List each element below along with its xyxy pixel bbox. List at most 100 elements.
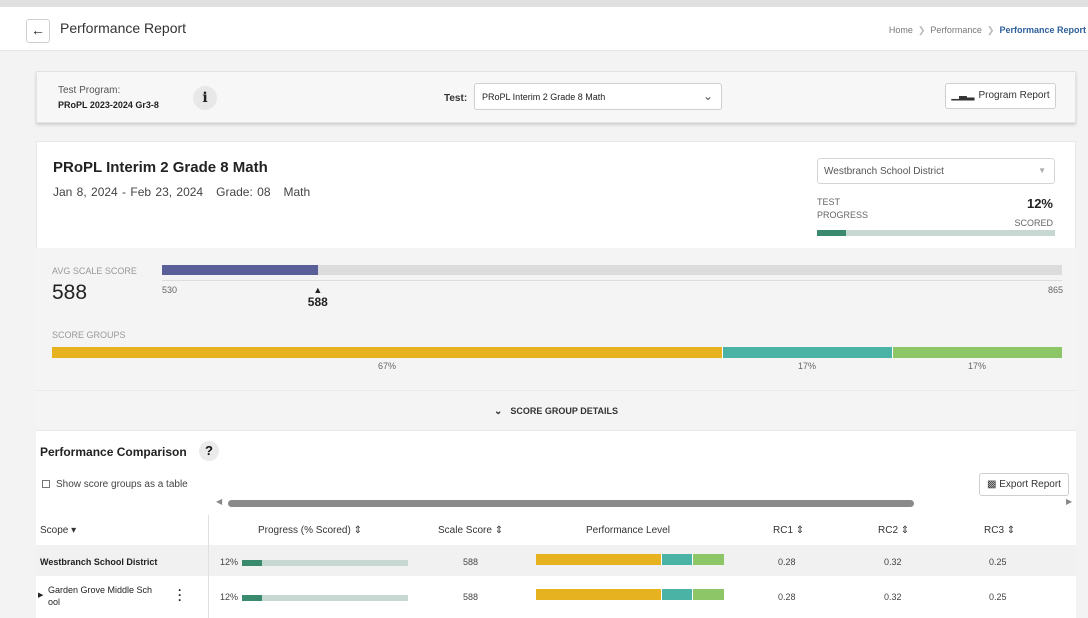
test-select[interactable]: PRoPL Interim 2 Grade 8 Math ⌄ <box>474 83 722 110</box>
col-scope[interactable]: Scope ▾ <box>40 525 76 536</box>
row-scope-line1[interactable]: Garden Grove Middle Sch <box>48 585 152 595</box>
chevron-down-icon: ⌄ <box>702 89 713 103</box>
score-group-details-toggle[interactable]: ⌄ SCORE GROUP DETAILS <box>36 390 1076 430</box>
breadcrumb: Home ❯ Performance ❯ Performance Report <box>889 25 1086 36</box>
district-select[interactable]: Westbranch School District ▼ <box>817 158 1055 184</box>
table-row[interactable]: ▶ Garden Grove Middle Sch ool · · · 12% 58… <box>36 581 1076 612</box>
scroll-left-icon[interactable]: ◀ <box>216 497 222 506</box>
kebab-menu-icon[interactable]: · · · <box>177 584 183 606</box>
test-dates: Jan 8, 2024 - Feb 23, 2024 <box>53 185 204 199</box>
test-label: Test: <box>444 93 468 104</box>
row-progress-label: 12% <box>220 592 239 602</box>
avg-scale-score-label: AVG SCALE SCORE <box>52 266 137 276</box>
row-rc2: 0.32 <box>884 557 902 567</box>
expand-caret-icon[interactable]: ▶ <box>38 591 43 599</box>
row-performance-bar <box>536 554 724 565</box>
row-scope[interactable]: Westbranch School District <box>40 557 157 567</box>
test-program-label: Test Program: <box>58 85 121 96</box>
score-marker: ▲ 588 <box>303 285 333 309</box>
chevron-down-icon: ⌄ <box>493 406 503 417</box>
scale-score-track <box>162 265 1062 275</box>
scale-score-fill <box>162 265 318 275</box>
score-group-details-label: SCORE GROUP DETAILS <box>510 406 619 416</box>
chevron-right-icon: ❯ <box>986 25 995 35</box>
row-progress-bar <box>242 595 408 601</box>
breadcrumb-current: Performance Report <box>999 25 1086 35</box>
performance-level-segment <box>660 554 693 565</box>
table-row[interactable]: Westbranch School District 12% 588 0.28 … <box>36 545 1076 576</box>
row-progress-label: 12% <box>220 557 239 567</box>
breadcrumb-home[interactable]: Home <box>889 25 913 35</box>
scores-panel: AVG SCALE SCORE 588 530 865 ▲ 588 SCORE … <box>36 248 1076 390</box>
col-performance-level[interactable]: Performance Level <box>586 525 670 536</box>
score-group-label: 67% <box>377 361 396 371</box>
test-meta: Jan 8, 2024 - Feb 23, 2024 Grade: 08 Mat… <box>53 185 310 199</box>
help-icon[interactable]: ? <box>199 441 219 461</box>
district-select-value: Westbranch School District <box>824 166 944 177</box>
test-grade: Grade: 08 <box>216 185 271 199</box>
program-report-label: Program Report <box>978 90 1050 101</box>
score-groups-bar <box>52 347 1062 358</box>
performance-level-segment <box>692 589 724 600</box>
performance-level-segment <box>660 589 693 600</box>
test-progress-fill <box>817 230 846 236</box>
test-progress-percent: 12% <box>1026 196 1053 211</box>
performance-level-segment <box>536 554 661 565</box>
program-report-button[interactable]: ▁▃▂ Program Report <box>945 83 1056 109</box>
performance-level-segment <box>692 554 724 565</box>
test-select-value: PRoPL Interim 2 Grade 8 Math <box>482 92 606 102</box>
score-groups-labels: 67% 17% 17% <box>52 361 1062 373</box>
show-groups-table-checkbox[interactable]: Show score groups as a table <box>42 479 188 490</box>
row-scope-line2[interactable]: ool <box>48 597 60 607</box>
col-scale-score[interactable]: Scale Score ⇕ <box>438 525 503 536</box>
page-header: ← Performance Report Home ❯ Performance ❯ Pe… <box>0 7 1088 51</box>
chevron-right-icon: ❯ <box>917 25 926 35</box>
test-progress-scored: SCORED <box>1014 218 1053 228</box>
score-marker-value: 588 <box>307 295 328 309</box>
file-icon: ▩ <box>987 479 997 490</box>
page-title: Performance Report <box>60 20 187 36</box>
row-scale-score: 588 <box>463 592 479 602</box>
bar-chart-icon: ▁▃▂ <box>951 90 975 101</box>
scope-column-divider <box>208 515 209 618</box>
test-progress-label-2: PROGRESS <box>817 210 869 220</box>
caret-down-icon: ▼ <box>1038 166 1046 175</box>
score-group-segment <box>892 347 1062 358</box>
col-rc2[interactable]: RC2 ⇕ <box>878 525 909 536</box>
row-rc3: 0.25 <box>989 557 1007 567</box>
col-progress[interactable]: Progress (% Scored) ⇕ <box>258 525 362 536</box>
breadcrumb-performance[interactable]: Performance <box>930 25 982 35</box>
scroll-right-icon[interactable]: ▶ <box>1066 497 1072 506</box>
score-group-segment <box>722 347 892 358</box>
col-rc3[interactable]: RC3 ⇕ <box>984 525 1015 536</box>
back-arrow-icon[interactable]: ← <box>26 19 50 43</box>
scale-axis-line <box>162 280 1062 281</box>
horizontal-scrollbar[interactable] <box>228 500 914 507</box>
score-group-segment <box>52 347 722 358</box>
test-program-bar: Test Program: PRoPL 2023-2024 Gr3-8 i Te… <box>36 71 1076 123</box>
test-title: PRoPL Interim 2 Grade 8 Math <box>53 159 268 176</box>
test-subject: Math <box>283 185 311 199</box>
col-rc1[interactable]: RC1 ⇕ <box>773 525 804 536</box>
score-groups-label: SCORE GROUPS <box>52 330 126 340</box>
row-progress-fill <box>242 560 262 566</box>
score-group-label: 17% <box>967 361 986 371</box>
performance-level-segment <box>536 589 661 600</box>
row-scale-score: 588 <box>463 557 479 567</box>
top-border <box>0 0 1088 7</box>
show-groups-table-label: Show score groups as a table <box>56 479 188 490</box>
export-report-label: Export Report <box>999 479 1061 490</box>
comparison-title: Performance Comparison <box>40 445 187 459</box>
row-progress-fill <box>242 595 262 601</box>
test-progress-bar <box>817 230 1055 236</box>
score-group-label: 17% <box>797 361 816 371</box>
performance-comparison: Performance Comparison ? Show score grou… <box>36 431 1076 618</box>
info-icon[interactable]: i <box>193 86 217 110</box>
export-report-button[interactable]: ▩ Export Report <box>979 473 1069 496</box>
caret-up-icon: ▲ <box>313 285 323 295</box>
test-progress-label: TEST <box>817 197 841 207</box>
row-rc1: 0.28 <box>778 592 796 602</box>
checkbox-icon[interactable] <box>42 480 50 488</box>
avg-scale-score-value: 588 <box>52 281 88 304</box>
row-rc1: 0.28 <box>778 557 796 567</box>
